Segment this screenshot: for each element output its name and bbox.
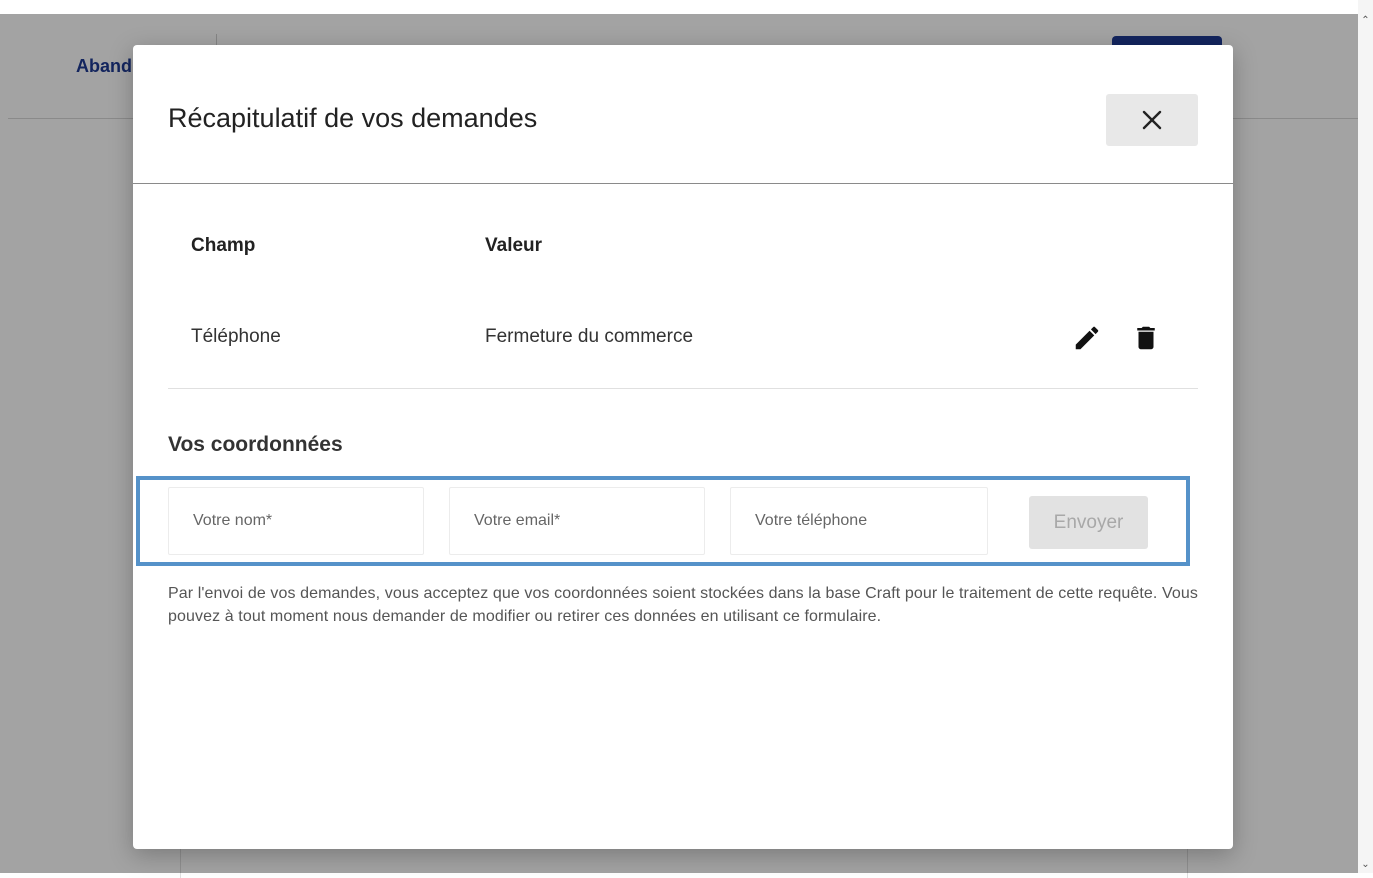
scroll-down-arrow-icon[interactable]: ⌄	[1358, 858, 1373, 872]
summary-modal: Récapitulatif de vos demandes Champ Vale…	[133, 45, 1233, 849]
column-header-valeur: Valeur	[485, 235, 543, 256]
close-icon	[1142, 110, 1162, 130]
scroll-up-arrow-icon[interactable]: ⌃	[1358, 14, 1373, 28]
name-input[interactable]	[168, 487, 424, 555]
email-input[interactable]	[449, 487, 705, 555]
close-button[interactable]	[1106, 94, 1198, 146]
column-header-champ: Champ	[191, 235, 256, 256]
row-valeur-cell: Fermeture du commerce	[485, 326, 694, 347]
modal-header: Récapitulatif de vos demandes	[133, 45, 1233, 184]
legal-notice: Par l'envoi de vos demandes, vous accept…	[168, 585, 1199, 625]
phone-input[interactable]	[730, 487, 988, 555]
trash-icon[interactable]	[1131, 323, 1161, 353]
pencil-icon[interactable]	[1072, 323, 1102, 353]
top-strip	[0, 0, 1358, 14]
row-champ-cell: Téléphone	[191, 326, 281, 347]
send-button[interactable]: Envoyer	[1029, 496, 1148, 549]
table-row: Téléphone Fermeture du commerce	[168, 297, 1198, 389]
modal-title: Récapitulatif de vos demandes	[168, 103, 538, 133]
page-scrollbar[interactable]: ⌃ ⌄	[1358, 0, 1373, 873]
contact-section-title: Vos coordonnées	[168, 433, 343, 456]
